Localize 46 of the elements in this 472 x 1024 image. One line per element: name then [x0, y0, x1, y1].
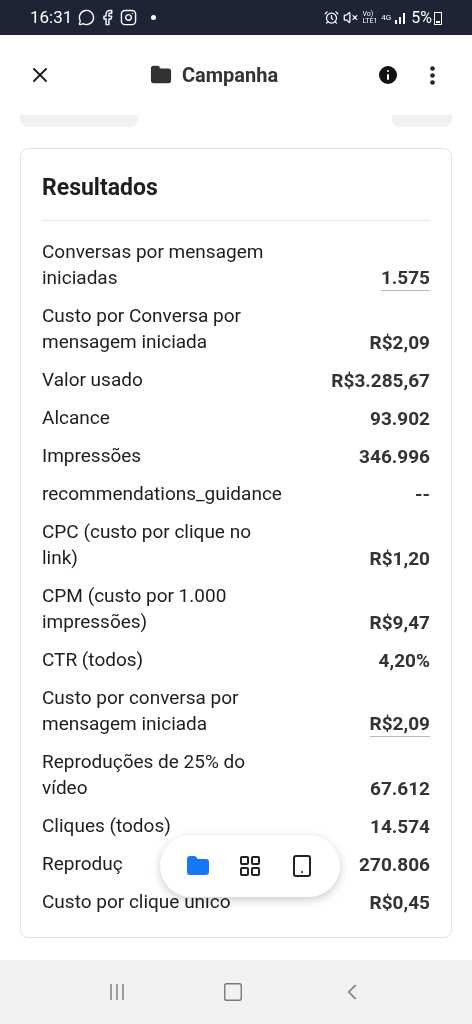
more-icon [429, 65, 435, 85]
metric-value: R$1,20 [369, 545, 430, 571]
battery-icon [434, 10, 442, 25]
metric-value: R$2,09 [369, 329, 430, 355]
home-icon[interactable] [222, 981, 244, 1003]
metric-value: 67.612 [370, 775, 430, 801]
folder-icon [186, 854, 210, 878]
metric-value: 270.806 [359, 851, 430, 877]
clock: 16:31 [30, 5, 73, 29]
signal-icon [395, 11, 408, 24]
tablet-icon [290, 854, 314, 878]
card-title: Resultados [42, 171, 430, 221]
metric-value: -- [415, 481, 430, 507]
metric-label: Custo por clique único [42, 888, 231, 915]
metric-label: Impressões [42, 442, 142, 469]
metric-label: Cliques (todos) [42, 812, 171, 839]
page-title: Campanha [181, 62, 279, 89]
metric-label: Custo por conversa por mensagem iniciada [42, 684, 240, 737]
chat-icon [78, 9, 96, 26]
metric-label: Valor usado [42, 366, 143, 393]
metric-label: CPM (custo por 1.000 impressões) [42, 582, 228, 635]
metric-label: Conversas por mensagem iniciadas [42, 238, 265, 291]
info-icon [376, 63, 400, 87]
data-type-label: 4G [381, 11, 392, 24]
metric-value: 1.575 [380, 264, 430, 291]
metric-value: 93.902 [370, 405, 430, 431]
folder-icon [149, 64, 172, 86]
metric-value: R$3.285,67 [331, 367, 430, 393]
metric-value: R$0,45 [369, 889, 430, 915]
metric-value: 14.574 [370, 813, 430, 839]
metric-value: 4,20% [378, 647, 430, 673]
battery-percentage: 5% [411, 6, 432, 29]
metric-label: Reproduções de 25% do vídeo [42, 748, 247, 801]
metric-value: R$2,09 [369, 710, 430, 737]
mute-icon [343, 10, 359, 25]
metric-label: CPC (custo por clique no link) [42, 518, 252, 571]
metric-label: Custo por Conversa por mensagem iniciada [42, 302, 242, 355]
metric-value: 346.996 [359, 443, 430, 469]
metric-label: Reproduç [42, 850, 123, 877]
metric-label: Alcance [42, 404, 110, 431]
alarm-icon [324, 10, 340, 25]
grid-icon [238, 854, 262, 878]
metric-value: R$9,47 [369, 609, 430, 635]
metric-label: CTR (todos) [42, 646, 144, 673]
metric-label: recommendations_guidance [42, 480, 282, 507]
instagram-icon [120, 9, 138, 26]
